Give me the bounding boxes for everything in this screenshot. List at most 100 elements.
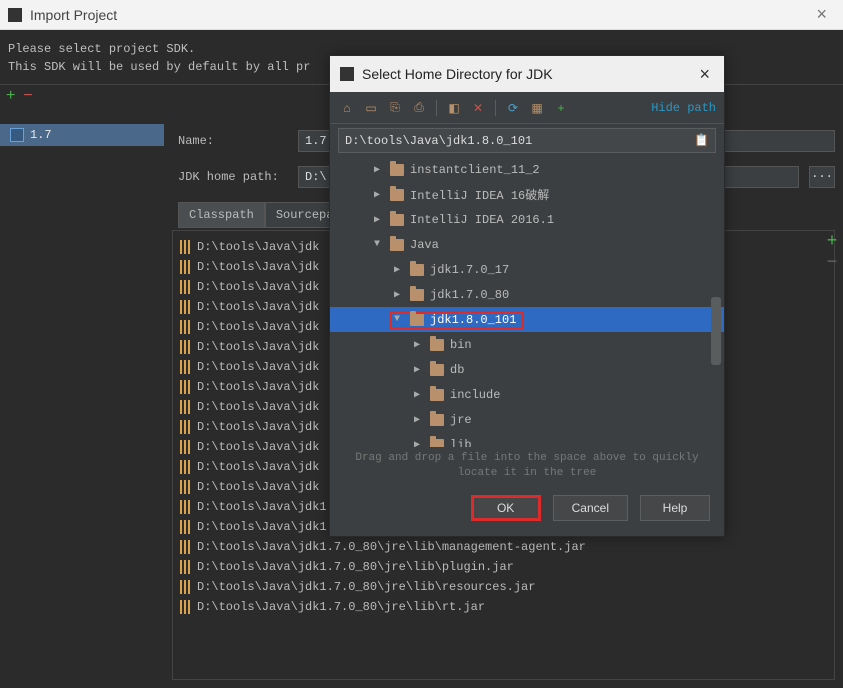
expand-arrow-icon[interactable]: ▶ [374,189,384,201]
tree-node-label: Java [410,238,439,252]
jar-icon [179,400,191,414]
history-icon[interactable]: 📋 [694,133,709,148]
jar-icon [179,580,191,594]
tree-node-label: jdk1.8.0_101 [430,313,516,327]
tree-node[interactable]: ▶ jre [330,407,724,432]
show-hidden-icon[interactable]: ▦ [528,101,546,115]
tree-node[interactable]: ▶ jdk1.7.0_80 [330,282,724,307]
sdk-icon [10,128,24,142]
tree-node[interactable]: ▶db [330,357,724,382]
folder-icon [410,289,424,301]
jar-icon [179,360,191,374]
app-icon [8,8,22,22]
jar-icon [179,300,191,314]
expand-arrow-icon[interactable]: ▶ [374,214,384,226]
sdk-list-item[interactable]: 1.7 [0,124,164,146]
tree-node-label: include [450,388,500,402]
expand-arrow-icon[interactable]: ▶ [374,164,384,176]
project-icon[interactable]: ⎘ [386,100,404,115]
directory-tree[interactable]: ▶instantclient_11_2▶IntelliJ IDEA 16破解▶I… [330,157,724,447]
jar-icon [179,600,191,614]
desktop-icon[interactable]: ▭ [362,101,380,115]
tree-node[interactable]: ▼ Java [330,232,724,257]
tree-node-label: IntelliJ IDEA 16破解 [410,186,549,203]
folder-icon [430,339,444,351]
tree-node[interactable]: ▶instantclient_11_2 [330,157,724,182]
classpath-item-label: D:\tools\Java\jdk [197,460,319,474]
classpath-item-label: D:\tools\Java\jdk [197,300,319,314]
folder-icon [390,189,404,201]
tree-node-label: jre [450,413,472,427]
browse-button[interactable]: ... [809,166,835,188]
classpath-item[interactable]: D:\tools\Java\jdk1.7.0_80\jre\lib\rt.jar [173,597,834,617]
classpath-item-label: D:\tools\Java\jdk [197,400,319,414]
home-icon[interactable]: ⌂ [338,101,356,115]
tree-node-label: lib [450,438,472,448]
dialog-close-icon[interactable]: × [695,64,714,85]
tree-node-label: bin [450,338,472,352]
scrollbar-thumb[interactable] [711,297,721,365]
expand-arrow-icon[interactable]: ▶ [414,389,424,401]
expand-arrow-icon[interactable]: ▼ [374,239,384,250]
toolbar-separator [436,100,437,116]
classpath-item[interactable]: D:\tools\Java\jdk1.7.0_80\jre\lib\plugin… [173,557,834,577]
delete-icon[interactable]: ✕ [469,101,487,115]
new-folder-icon[interactable]: ◧ [445,101,463,115]
drop-hint: Drag and drop a file into the space abov… [330,447,724,485]
refresh-icon[interactable]: ⟳ [504,101,522,115]
tree-node-label: jdk1.7.0_80 [430,288,509,302]
help-button[interactable]: Help [640,495,710,521]
add-sdk-button[interactable]: + [6,87,15,105]
jar-icon [179,340,191,354]
classpath-add-button[interactable]: + [821,230,843,251]
expand-arrow-icon[interactable]: ▶ [394,264,404,276]
classpath-item-label: D:\tools\Java\jdk [197,420,319,434]
dialog-toolbar: ⌂ ▭ ⎘ ⎙ ◧ ✕ ⟳ ▦ + Hide path [330,92,724,124]
jar-icon [179,540,191,554]
add-icon[interactable]: + [552,101,570,115]
folder-icon [410,264,424,276]
tree-node[interactable]: ▶ bin [330,332,724,357]
tree-node-label: jdk1.7.0_17 [430,263,509,277]
tree-node[interactable]: ▶ jdk1.7.0_17 [330,257,724,282]
import-project-title: Import Project [30,7,808,23]
jar-icon [179,500,191,514]
path-input[interactable]: D:\tools\Java\jdk1.8.0_101 [345,134,694,148]
tree-node[interactable]: ▶IntelliJ IDEA 2016.1 [330,207,724,232]
dialog-icon [340,67,354,81]
module-icon[interactable]: ⎙ [410,100,428,115]
classpath-item-label: D:\tools\Java\jdk1.7.0_80\jre\lib\plugin… [197,560,514,574]
jar-icon [179,380,191,394]
classpath-item-label: D:\tools\Java\jdk1.7.0_80\jre\lib\resour… [197,580,535,594]
classpath-item-label: D:\tools\Java\jdk [197,340,319,354]
tree-node[interactable]: ▶ include [330,382,724,407]
remove-sdk-button[interactable]: − [23,87,32,105]
expand-arrow-icon[interactable]: ▶ [414,439,424,448]
classpath-item[interactable]: D:\tools\Java\jdk1.7.0_80\jre\lib\resour… [173,577,834,597]
jar-icon [179,280,191,294]
tree-node[interactable]: ▶ IntelliJ IDEA 16破解 [330,182,724,207]
tree-node[interactable]: ▶ lib [330,432,724,447]
classpath-item-label: D:\tools\Java\jdk [197,480,319,494]
classpath-item-label: D:\tools\Java\jdk1.7.0_80\jre\lib\manage… [197,540,586,554]
cancel-button[interactable]: Cancel [553,495,628,521]
classpath-remove-button[interactable]: − [821,251,843,272]
sdk-name: 1.7 [30,128,52,142]
classpath-item-label: D:\tools\Java\jdk [197,440,319,454]
tab-classpath[interactable]: Classpath [178,202,265,228]
expand-arrow-icon[interactable]: ▶ [414,364,424,376]
expand-arrow-icon[interactable]: ▶ [394,289,404,301]
close-icon[interactable]: × [808,4,835,25]
classpath-item[interactable]: D:\tools\Java\jdk1.7.0_80\jre\lib\manage… [173,537,834,557]
select-home-dialog: Select Home Directory for JDK × ⌂▭⎘⎙◧✕⟳▦… [329,55,725,537]
ok-button[interactable]: OK [471,495,541,521]
hide-path-link[interactable]: Hide path [651,101,716,115]
jar-icon [179,560,191,574]
expand-arrow-icon[interactable]: ▼ [394,314,404,325]
folder-icon [430,439,444,448]
classpath-item-label: D:\tools\Java\jdk [197,280,319,294]
expand-arrow-icon[interactable]: ▶ [414,339,424,351]
tree-node[interactable]: ▼ jdk1.8.0_101 [330,307,724,332]
folder-icon [390,239,404,251]
expand-arrow-icon[interactable]: ▶ [414,414,424,426]
